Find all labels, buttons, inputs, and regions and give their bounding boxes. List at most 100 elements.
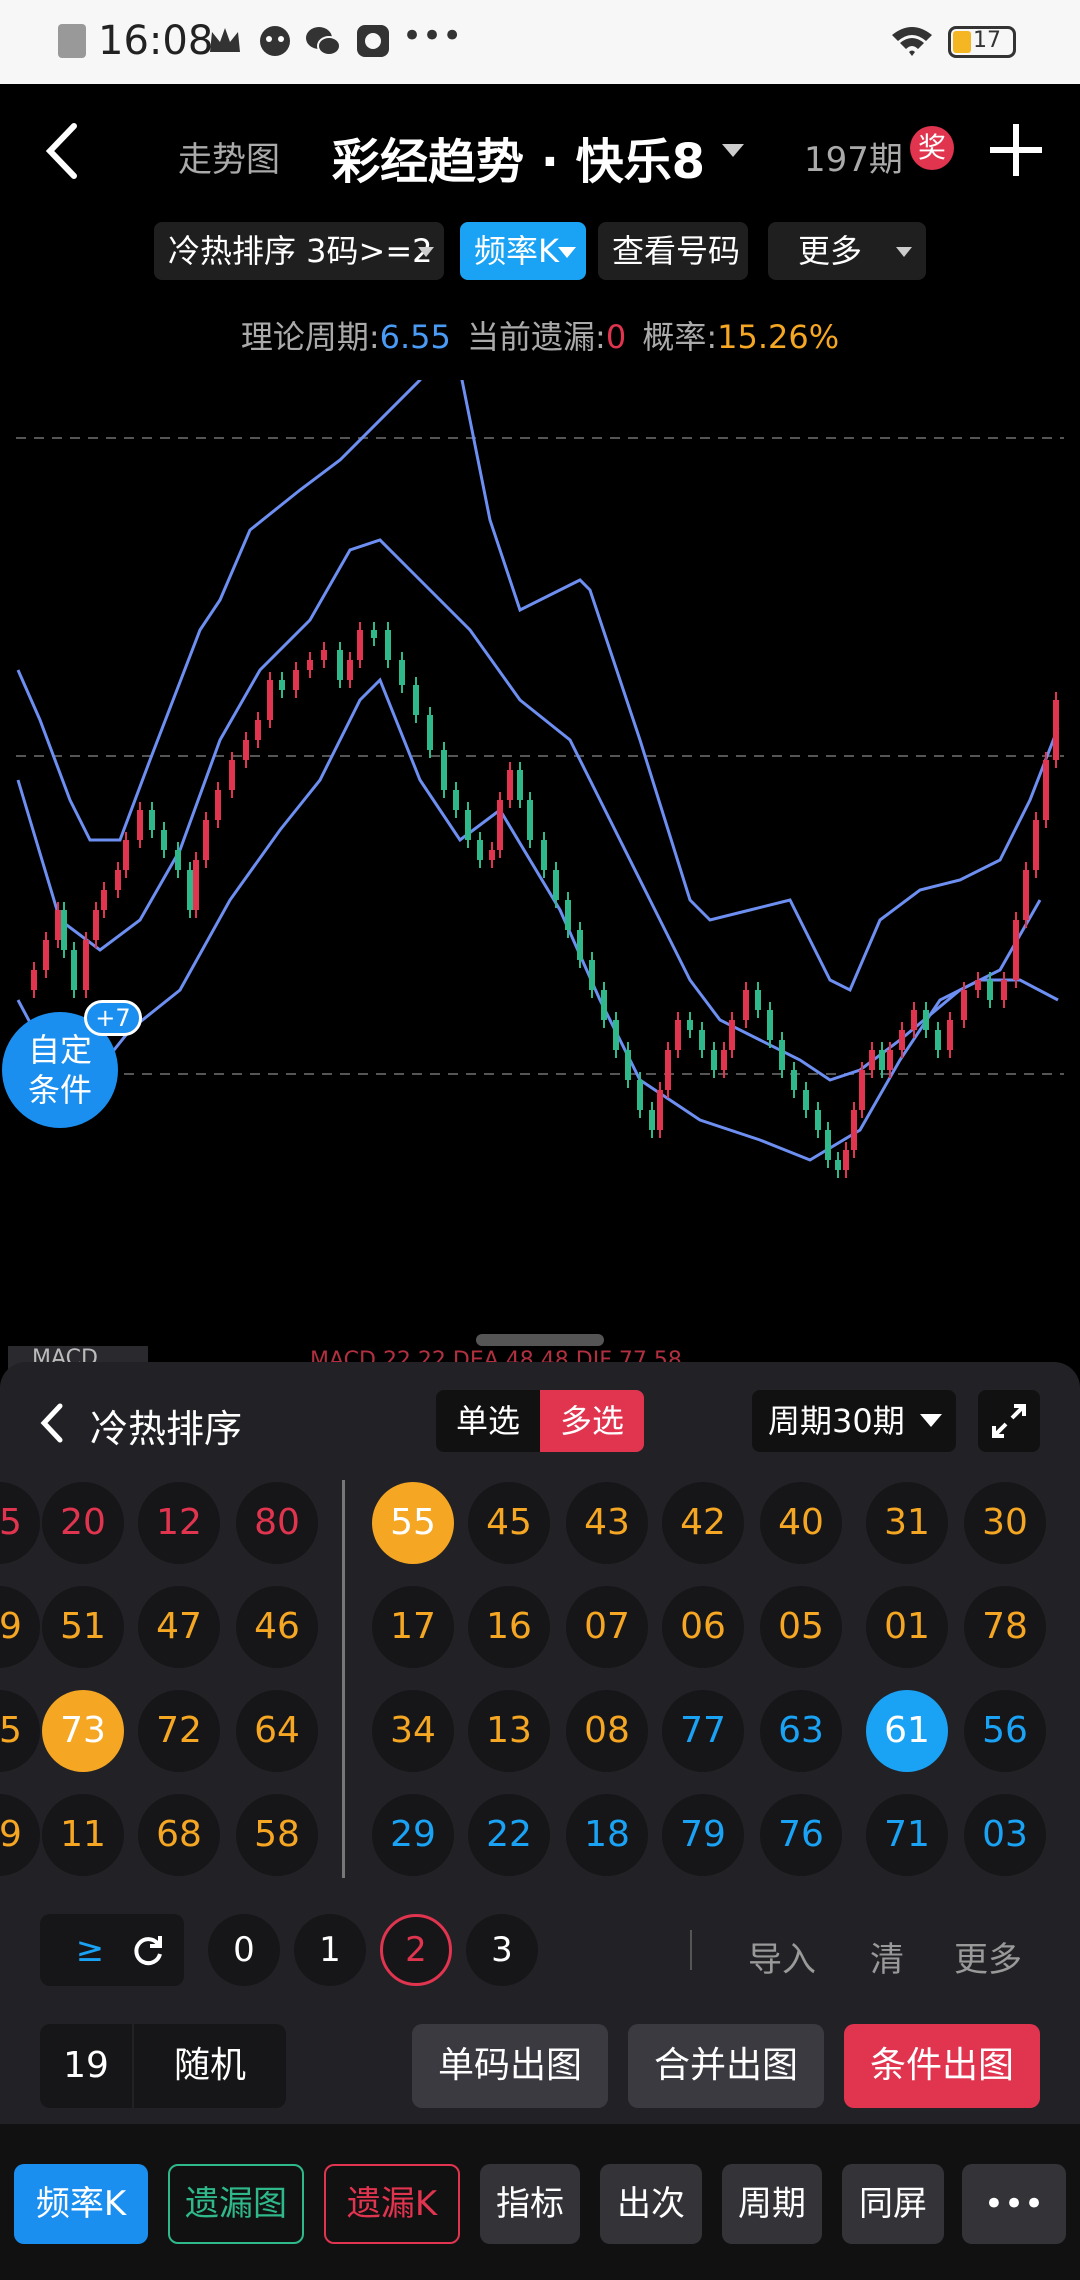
chart-toolbar: 冷热排序 3码>=2 频率K 查看号码 更多 <box>0 222 1080 286</box>
number-ball[interactable]: 46 <box>236 1586 318 1668</box>
panel-drag-handle[interactable] <box>476 1334 604 1346</box>
number-ball[interactable]: 07 <box>566 1586 648 1668</box>
dropdown-arrow-icon <box>920 1414 942 1427</box>
number-ball[interactable]: 77 <box>662 1690 744 1772</box>
battery-indicator: 17 <box>948 26 1016 58</box>
title-dropdown-icon[interactable] <box>722 144 744 157</box>
page-title[interactable]: 彩经趋势 · 快乐8 <box>332 122 705 192</box>
single-select-toggle[interactable]: 单选 <box>436 1390 540 1452</box>
number-ball[interactable]: 72 <box>138 1690 220 1772</box>
number-ball[interactable]: 80 <box>236 1482 318 1564</box>
dropdown-arrow-icon <box>558 247 576 258</box>
view-numbers-button[interactable]: 查看号码 <box>598 222 748 280</box>
number-ball[interactable]: 22 <box>468 1794 550 1876</box>
number-ball[interactable]: 13 <box>468 1690 550 1772</box>
number-ball[interactable]: 16 <box>468 1586 550 1668</box>
number-ball[interactable]: 17 <box>372 1586 454 1668</box>
number-ball[interactable]: 58 <box>236 1794 318 1876</box>
count-option-0[interactable]: 0 <box>208 1914 280 1986</box>
number-ball[interactable]: 01 <box>866 1586 948 1668</box>
import-button[interactable]: 导入 <box>748 1932 816 1981</box>
number-ball[interactable]: 09 <box>0 1794 40 1876</box>
number-ball[interactable]: 29 <box>372 1794 454 1876</box>
number-ball[interactable]: 25 <box>0 1482 40 1564</box>
prize-badge[interactable]: 奖 <box>910 126 954 170</box>
grid-divider <box>342 1480 345 1878</box>
tab-indicator[interactable]: 指标 <box>480 2164 580 2244</box>
number-ball[interactable]: 78 <box>964 1586 1046 1668</box>
app-face-icon <box>260 26 290 56</box>
panel-title: 冷热排序 <box>90 1407 243 1451</box>
freq-k-dropdown[interactable]: 频率K <box>460 222 586 280</box>
number-ball[interactable]: 51 <box>42 1586 124 1668</box>
merge-chart-button[interactable]: 合并出图 <box>628 2024 824 2108</box>
condition-count-badge: +7 <box>84 1000 142 1036</box>
more-dropdown[interactable]: 更多 <box>768 222 926 280</box>
number-ball[interactable]: 43 <box>566 1482 648 1564</box>
number-ball[interactable]: 39 <box>0 1586 40 1668</box>
single-chart-button[interactable]: 单码出图 <box>412 2024 608 2108</box>
trend-chart-link[interactable]: 走势图 <box>178 132 280 181</box>
crown-icon <box>210 28 240 52</box>
number-ball[interactable]: 18 <box>566 1794 648 1876</box>
period-dropdown[interactable]: 周期30期 <box>752 1390 956 1452</box>
number-ball[interactable]: 08 <box>566 1690 648 1772</box>
sort-filter-dropdown[interactable]: 冷热排序 3码>=2 <box>154 222 444 280</box>
stats-line: 理论周期:6.55 当前遗漏:0 概率:15.26% <box>240 318 840 356</box>
upper-band-line <box>16 380 1060 993</box>
notification-icon <box>58 24 86 58</box>
count-option-1[interactable]: 1 <box>294 1914 366 1986</box>
wifi-icon <box>892 27 932 56</box>
number-ball[interactable]: 73 <box>42 1690 124 1772</box>
multi-select-toggle[interactable]: 多选 <box>540 1390 644 1452</box>
count-input[interactable]: 19 <box>40 2024 132 2108</box>
number-ball[interactable]: 03 <box>964 1794 1046 1876</box>
tab-occurrence[interactable]: 出次 <box>600 2164 702 2244</box>
count-option-3[interactable]: 3 <box>466 1914 538 1986</box>
number-ball[interactable]: 20 <box>42 1482 124 1564</box>
gte-toggle[interactable]: ≥ <box>40 1914 184 1986</box>
number-ball[interactable]: 79 <box>662 1794 744 1876</box>
number-ball[interactable]: 45 <box>468 1482 550 1564</box>
number-ball[interactable]: 56 <box>964 1690 1046 1772</box>
back-icon[interactable] <box>42 120 82 182</box>
number-ball[interactable]: 35 <box>0 1690 40 1772</box>
number-ball[interactable]: 30 <box>964 1482 1046 1564</box>
tab-omission-k[interactable]: 遗漏K <box>324 2164 460 2244</box>
number-ball[interactable]: 64 <box>236 1690 318 1772</box>
number-ball[interactable]: 55 <box>372 1482 454 1564</box>
tab-more[interactable]: ••• <box>962 2164 1066 2244</box>
number-ball[interactable]: 31 <box>866 1482 948 1564</box>
number-ball[interactable]: 12 <box>138 1482 220 1564</box>
number-ball[interactable]: 63 <box>760 1690 842 1772</box>
clear-button[interactable]: 清 <box>870 1932 904 1981</box>
number-ball[interactable]: 05 <box>760 1586 842 1668</box>
number-ball[interactable]: 11 <box>42 1794 124 1876</box>
tab-freq-k[interactable]: 频率K <box>14 2164 148 2244</box>
number-ball[interactable]: 06 <box>662 1586 744 1668</box>
number-ball[interactable]: 68 <box>138 1794 220 1876</box>
top-nav: 走势图 彩经趋势 · 快乐8 197期 奖 <box>0 84 1080 214</box>
more-options-button[interactable]: 更多 <box>954 1932 1022 1981</box>
count-option-2[interactable]: 2 <box>380 1914 452 1986</box>
expand-button[interactable] <box>978 1390 1040 1452</box>
lower-band-line <box>16 677 1059 1162</box>
plus-icon[interactable] <box>988 122 1044 178</box>
random-button[interactable]: 随机 <box>134 2024 286 2108</box>
number-ball[interactable]: 61 <box>866 1690 948 1772</box>
frequency-k-chart[interactable] <box>0 380 1080 1340</box>
tab-same-screen[interactable]: 同屏 <box>842 2164 944 2244</box>
tab-omission-chart[interactable]: 遗漏图 <box>168 2164 304 2244</box>
condition-chart-button[interactable]: 条件出图 <box>844 2024 1040 2108</box>
status-bar: 16:08 ••• 17 <box>0 0 1080 84</box>
number-ball[interactable]: 42 <box>662 1482 744 1564</box>
tab-period[interactable]: 周期 <box>722 2164 822 2244</box>
refresh-icon[interactable] <box>130 1932 166 1968</box>
number-ball[interactable]: 40 <box>760 1482 842 1564</box>
number-ball[interactable]: 71 <box>866 1794 948 1876</box>
back-icon[interactable] <box>38 1402 64 1444</box>
period-count: 197期 <box>804 140 903 180</box>
number-ball[interactable]: 76 <box>760 1794 842 1876</box>
number-ball[interactable]: 47 <box>138 1586 220 1668</box>
number-ball[interactable]: 34 <box>372 1690 454 1772</box>
